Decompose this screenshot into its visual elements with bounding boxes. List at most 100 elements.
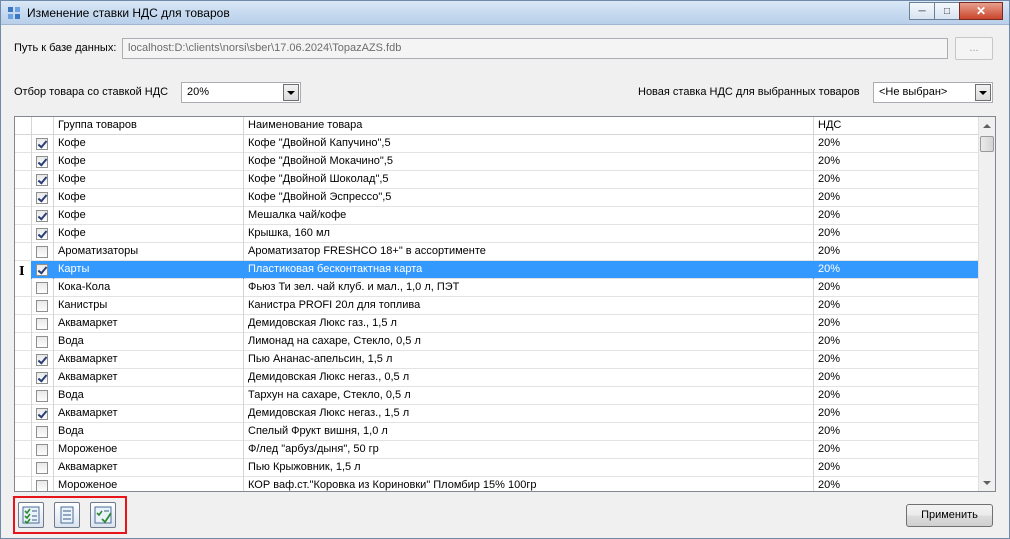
row-checkbox[interactable] <box>36 156 48 168</box>
new-rate-label: Новая ставка НДС для выбранных товаров <box>638 86 860 98</box>
row-checkbox[interactable] <box>36 426 48 438</box>
row-indicator <box>15 477 32 491</box>
check-header[interactable] <box>32 117 54 135</box>
row-checkbox[interactable] <box>36 372 48 384</box>
row-checkbox[interactable] <box>36 246 48 258</box>
filter-vat-select[interactable]: 20% <box>181 82 301 103</box>
table-row[interactable]: Кофе Крышка, 160 мл 20% <box>15 225 978 243</box>
cell-name: Кофе "Двойной Шоколад",5 <box>244 171 814 189</box>
table-row[interactable]: Аквамаркет Демидовская Люкс газ., 1,5 л 20… <box>15 315 978 333</box>
row-checkbox[interactable] <box>36 210 48 222</box>
cell-group: Вода <box>54 423 244 441</box>
scroll-down-icon[interactable] <box>979 474 995 491</box>
cell-group: Аквамаркет <box>54 405 244 423</box>
cell-group: Карты <box>54 261 244 279</box>
column-header-group[interactable]: Группа товаров <box>54 117 244 135</box>
invert-check-button[interactable] <box>90 502 116 528</box>
cell-vat: 20% <box>818 407 841 419</box>
row-indicator <box>15 225 32 243</box>
vertical-scrollbar[interactable] <box>978 117 995 491</box>
uncheck-all-button[interactable] <box>54 502 80 528</box>
table-row[interactable]: Кока-Кола Фьюз Ти зел. чай клуб. и мал., … <box>15 279 978 297</box>
row-check-cell <box>32 315 54 333</box>
filter-vat-value: 20% <box>187 86 210 98</box>
cell-vat: 20% <box>818 353 841 365</box>
scroll-thumb[interactable] <box>980 136 994 152</box>
row-checkbox[interactable] <box>36 390 48 402</box>
cell-vat: 20% <box>818 443 841 455</box>
row-checkbox[interactable] <box>36 138 48 150</box>
table-row[interactable]: Мороженое Ф/лед "арбуз/дыня", 50 гр 20% <box>15 441 978 459</box>
check-all-button[interactable] <box>18 502 44 528</box>
cell-group: Аквамаркет <box>54 459 244 477</box>
cell-name: Ф/лед "арбуз/дыня", 50 гр <box>244 441 814 459</box>
row-checkbox[interactable] <box>36 282 48 294</box>
table-row[interactable]: Аквамаркет Демидовская Люкс негаз., 1,5 л… <box>15 405 978 423</box>
cell-name: Демидовская Люкс газ., 1,5 л <box>244 315 814 333</box>
scroll-up-icon[interactable] <box>979 117 995 134</box>
apply-button[interactable]: Применить <box>906 504 993 527</box>
row-indicator <box>15 297 32 315</box>
column-header-vat[interactable]: НДС <box>814 117 978 135</box>
minimize-icon[interactable]: ─ <box>909 2 935 20</box>
table-row[interactable]: Мороженое КОР ваф.ст."Коровка из Кориновк… <box>15 477 978 491</box>
cell-group: Вода <box>54 387 244 405</box>
row-indicator <box>15 459 32 477</box>
table-row[interactable]: Вода Спелый Фрукт вишня, 1,0 л 20% <box>15 423 978 441</box>
row-checkbox[interactable] <box>36 480 48 491</box>
products-grid[interactable]: Группа товаров Наименование товара НДС К… <box>14 116 996 492</box>
new-rate-select[interactable]: <Не выбран> <box>873 82 993 103</box>
cell-name: Канистра PROFI 20л для топлива <box>244 297 814 315</box>
chevron-down-icon[interactable] <box>975 84 991 101</box>
title-bar[interactable]: Изменение ставки НДС для товаров ─ □ ✕ <box>1 1 1009 25</box>
row-indicator <box>15 423 32 441</box>
row-checkbox[interactable] <box>36 264 48 276</box>
row-checkbox[interactable] <box>36 192 48 204</box>
row-indicator <box>15 441 32 459</box>
row-check-cell <box>32 189 54 207</box>
table-row[interactable]: Кофе Кофе "Двойной Капучино",5 20% <box>15 135 978 153</box>
row-checkbox[interactable] <box>36 228 48 240</box>
row-checkbox[interactable] <box>36 462 48 474</box>
row-check-cell <box>32 423 54 441</box>
table-row[interactable]: Кофе Кофе "Двойной Эспрессо",5 20% <box>15 189 978 207</box>
cell-group: Аквамаркет <box>54 369 244 387</box>
table-row[interactable]: Аквамаркет Пью Крыжовник, 1,5 л 20% <box>15 459 978 477</box>
row-checkbox[interactable] <box>36 174 48 186</box>
check-tools-group <box>13 496 127 534</box>
row-checkbox[interactable] <box>36 408 48 420</box>
row-checkbox[interactable] <box>36 354 48 366</box>
table-row[interactable]: Вода Лимонад на сахаре, Стекло, 0,5 л 20% <box>15 333 978 351</box>
row-checkbox[interactable] <box>36 336 48 348</box>
cell-vat: 20% <box>818 191 841 203</box>
table-row[interactable]: Кофе Кофе "Двойной Шоколад",5 20% <box>15 171 978 189</box>
maximize-icon[interactable]: □ <box>934 2 960 20</box>
row-checkbox[interactable] <box>36 444 48 456</box>
cell-name: Тархун на сахаре, Стекло, 0,5 л <box>244 387 814 405</box>
row-checkbox[interactable] <box>36 318 48 330</box>
cell-vat: 20% <box>818 245 841 257</box>
close-icon[interactable]: ✕ <box>959 2 1003 20</box>
db-path-field[interactable]: localhost:D:\clients\norsi\sber\17.06.20… <box>122 38 948 59</box>
row-check-cell <box>32 369 54 387</box>
browse-button[interactable]: ... <box>955 37 993 60</box>
table-row[interactable]: Канистры Канистра PROFI 20л для топлива 20… <box>15 297 978 315</box>
column-header-name[interactable]: Наименование товара <box>244 117 814 135</box>
cell-vat: 20% <box>818 209 841 221</box>
chevron-down-icon[interactable] <box>283 84 299 101</box>
row-check-cell <box>32 261 54 279</box>
table-row[interactable]: Кофе Кофе "Двойной Мокачино",5 20% <box>15 153 978 171</box>
table-row[interactable]: Ароматизаторы Ароматизатор FRESHCO 18+" в… <box>15 243 978 261</box>
row-checkbox[interactable] <box>36 300 48 312</box>
table-row[interactable]: Аквамаркет Пью Ананас-апельсин, 1,5 л 20% <box>15 351 978 369</box>
cell-name: Демидовская Люкс негаз., 1,5 л <box>244 405 814 423</box>
table-row[interactable]: Вода Тархун на сахаре, Стекло, 0,5 л 20% <box>15 387 978 405</box>
row-check-cell <box>32 207 54 225</box>
new-rate-value: <Не выбран> <box>879 86 948 98</box>
table-row[interactable]: Кофе Мешалка чай/кофе 20% <box>15 207 978 225</box>
table-row[interactable]: Аквамаркет Демидовская Люкс негаз., 0,5 л… <box>15 369 978 387</box>
window-controls: ─ □ ✕ <box>909 2 1003 20</box>
table-row[interactable]: I Карты Пластиковая бесконтактная карта 20% <box>15 261 978 279</box>
cell-vat: 20% <box>818 335 841 347</box>
cell-name: Ароматизатор FRESHCO 18+" в ассортименте <box>244 243 814 261</box>
